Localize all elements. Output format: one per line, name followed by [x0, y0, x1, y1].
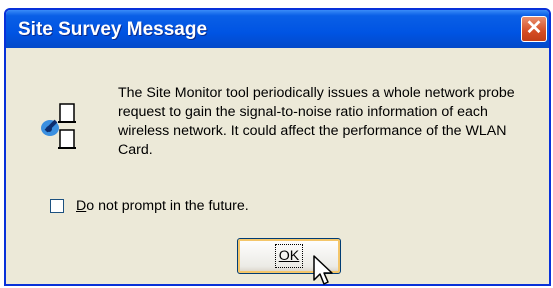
message-text: The Site Monitor tool periodically issue… [118, 85, 515, 158]
title-bar[interactable]: Site Survey Message ✕ [6, 10, 549, 48]
dont-prompt-accelerator: D [76, 198, 87, 214]
dont-prompt-label[interactable]: Do not prompt in the future. [76, 198, 249, 214]
dialog-title: Site Survey Message [18, 19, 208, 40]
close-icon: ✕ [525, 17, 543, 39]
mouse-pointer-icon [313, 255, 333, 285]
dont-prompt-checkbox[interactable] [50, 199, 64, 213]
close-button[interactable]: ✕ [521, 16, 547, 42]
wireless-info-icon [41, 103, 76, 149]
dialog-body: The Site Monitor tool periodically issue… [6, 48, 549, 285]
ok-label: OK [274, 244, 304, 268]
site-survey-dialog: Site Survey Message ✕ The Site Monitor t… [4, 8, 551, 286]
dont-prompt-label-text: o not prompt in the future. [86, 198, 249, 214]
